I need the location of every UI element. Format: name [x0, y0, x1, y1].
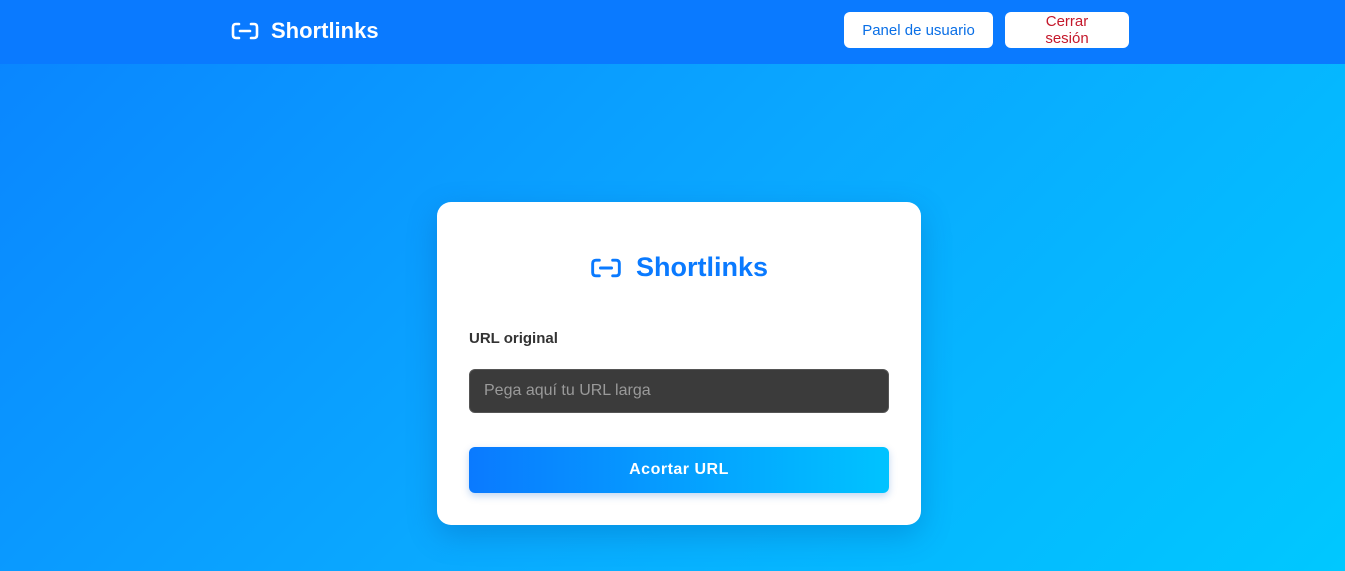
link-icon: [590, 258, 622, 278]
link-icon: [231, 22, 259, 40]
card-brand-text: Shortlinks: [635, 252, 769, 282]
navbar-actions: Panel de usuario Cerrar sesión: [844, 12, 1129, 48]
user-panel-button[interactable]: Panel de usuario: [844, 12, 993, 48]
navbar-brand[interactable]: Shortlinks: [231, 15, 379, 47]
url-input[interactable]: [469, 369, 889, 413]
card-brand: Shortlinks: [437, 252, 921, 283]
shorten-button[interactable]: Acortar URL: [469, 447, 889, 493]
shorten-card: Shortlinks URL original Acortar URL: [437, 202, 921, 525]
url-label: URL original: [469, 330, 558, 347]
logout-button[interactable]: Cerrar sesión: [1005, 12, 1129, 48]
navbar-brand-text: Shortlinks: [271, 18, 379, 43]
navbar: Shortlinks Panel de usuario Cerrar sesió…: [0, 0, 1345, 64]
